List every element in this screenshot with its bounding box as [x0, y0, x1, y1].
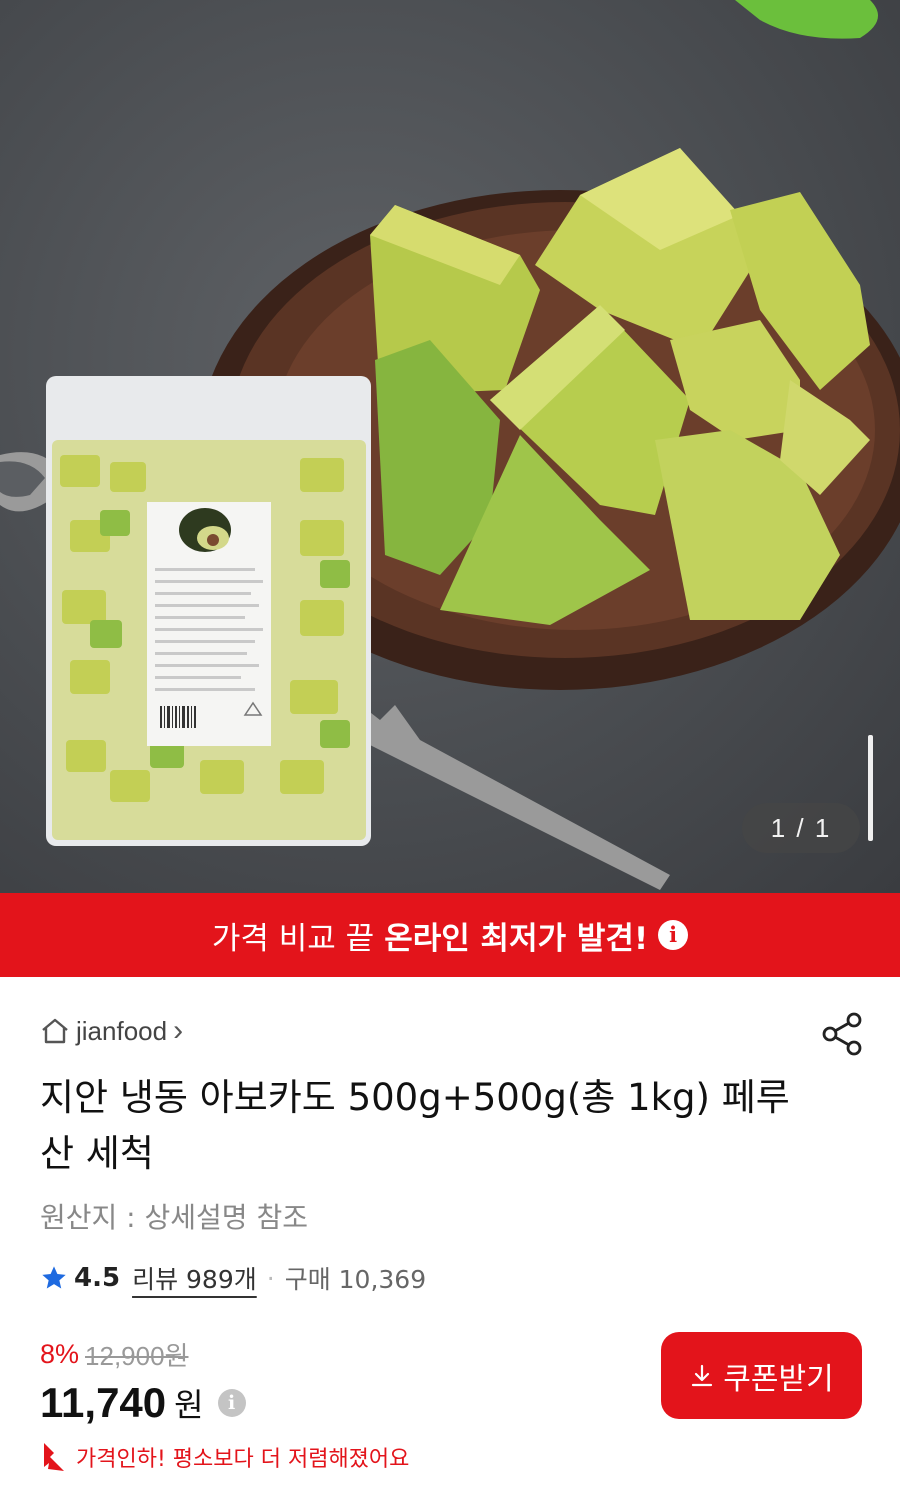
- coupon-button-label: 쿠폰받기: [723, 1362, 834, 1396]
- separator-dot: ·: [266, 1263, 275, 1293]
- download-icon: [692, 1364, 713, 1386]
- sale-price-unit: 원: [174, 1386, 204, 1424]
- price-info-icon[interactable]: i: [217, 1389, 246, 1417]
- chevron-right-icon: ›: [173, 1014, 184, 1047]
- product-image-gallery[interactable]: 1 / 1: [0, 0, 900, 893]
- sale-price: 11,740: [40, 1379, 167, 1426]
- price-drop-notice: 가격인하! 평소보다 더 저렴해졌어요: [40, 1439, 409, 1475]
- review-count-link[interactable]: 리뷰 989개: [132, 1260, 257, 1296]
- info-icon[interactable]: i: [658, 920, 689, 950]
- gallery-scrollbar[interactable]: [868, 735, 873, 841]
- price-block: 8% 12,900원 11,740 원 i 가격인하! 평소보다 더 저렴해졌어…: [40, 1336, 409, 1475]
- home-icon: [42, 1018, 68, 1044]
- original-price: 12,900원: [85, 1341, 189, 1371]
- product-title: 지안 냉동 아보카도 500g+500g(총 1kg) 페루산 세척: [40, 1076, 790, 1175]
- lowest-price-banner[interactable]: 가격 비교 끝 온라인 최저가 발견! i: [0, 893, 900, 977]
- product-origin: 원산지 : 상세설명 참조: [40, 1201, 308, 1234]
- product-photo: [0, 0, 900, 890]
- discount-rate: 8%: [40, 1339, 80, 1369]
- share-icon: [822, 1012, 862, 1056]
- purchase-count: 구매 10,369: [284, 1265, 427, 1294]
- share-button[interactable]: [818, 1011, 868, 1057]
- seller-link[interactable]: jianfood ›: [40, 1014, 183, 1048]
- price-drop-arrow-icon: [44, 1443, 64, 1471]
- rating-score: 4.5: [74, 1263, 121, 1293]
- banner-text-normal: 가격 비교 끝: [211, 920, 375, 957]
- seller-name: jianfood: [76, 1015, 168, 1046]
- star-icon: [42, 1266, 66, 1289]
- coupon-button[interactable]: 쿠폰받기: [661, 1332, 862, 1419]
- gallery-page-indicator: 1 / 1: [742, 803, 860, 853]
- rating-row: 4.5 리뷰 989개 · 구매 10,369: [40, 1260, 426, 1296]
- banner-text-strong: 온라인 최저가 발견!: [384, 920, 649, 957]
- price-drop-text: 가격인하! 평소보다 더 저렴해졌어요: [76, 1447, 410, 1472]
